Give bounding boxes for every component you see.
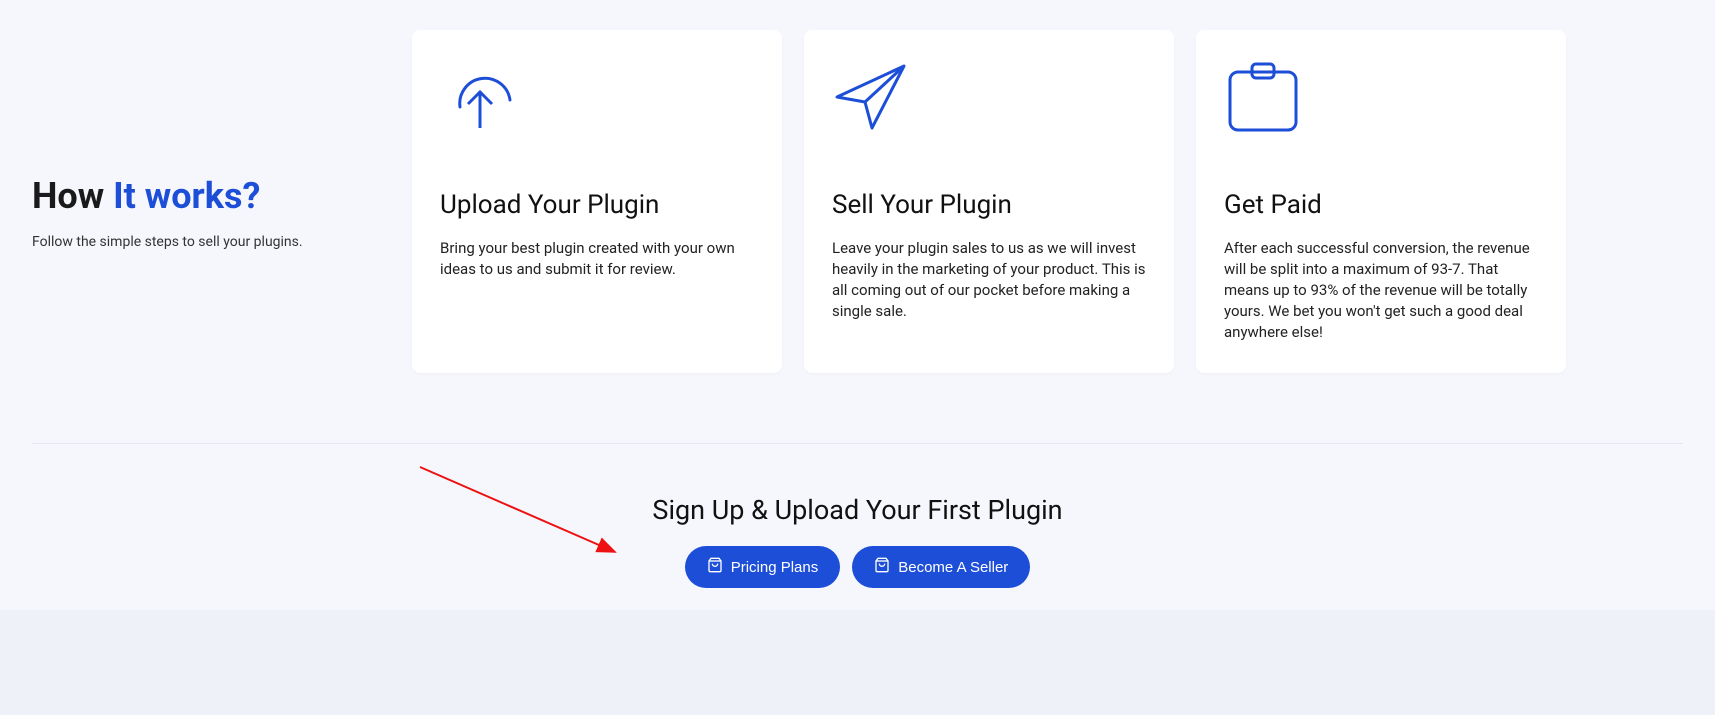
shopping-bag-icon bbox=[874, 557, 890, 577]
card-sell: Sell Your Plugin Leave your plugin sales… bbox=[804, 30, 1174, 373]
section-subtitle: Follow the simple steps to sell your plu… bbox=[32, 234, 412, 250]
section-heading: How It works? bbox=[32, 175, 412, 218]
cloud-upload-icon bbox=[440, 62, 518, 136]
paper-plane-icon bbox=[832, 62, 910, 136]
button-label: Pricing Plans bbox=[731, 559, 819, 576]
card-upload: Upload Your Plugin Bring your best plugi… bbox=[412, 30, 782, 373]
shopping-bag-icon bbox=[707, 557, 723, 577]
button-label: Become A Seller bbox=[898, 559, 1008, 576]
cta-heading: Sign Up & Upload Your First Plugin bbox=[0, 494, 1715, 526]
become-seller-button[interactable]: Become A Seller bbox=[852, 546, 1030, 588]
card-title: Upload Your Plugin bbox=[440, 190, 754, 220]
card-paid: Get Paid After each successful conversio… bbox=[1196, 30, 1566, 373]
pricing-plans-button[interactable]: Pricing Plans bbox=[685, 546, 841, 588]
clipboard-icon bbox=[1224, 62, 1302, 136]
heading-part2: It works? bbox=[113, 175, 260, 217]
card-title: Sell Your Plugin bbox=[832, 190, 1146, 220]
card-body: Bring your best plugin created with your… bbox=[440, 238, 754, 280]
card-body: After each successful conversion, the re… bbox=[1224, 238, 1538, 343]
footer-strip bbox=[0, 610, 1715, 715]
card-body: Leave your plugin sales to us as we will… bbox=[832, 238, 1146, 322]
card-title: Get Paid bbox=[1224, 190, 1538, 220]
heading-part1: How bbox=[32, 175, 113, 217]
